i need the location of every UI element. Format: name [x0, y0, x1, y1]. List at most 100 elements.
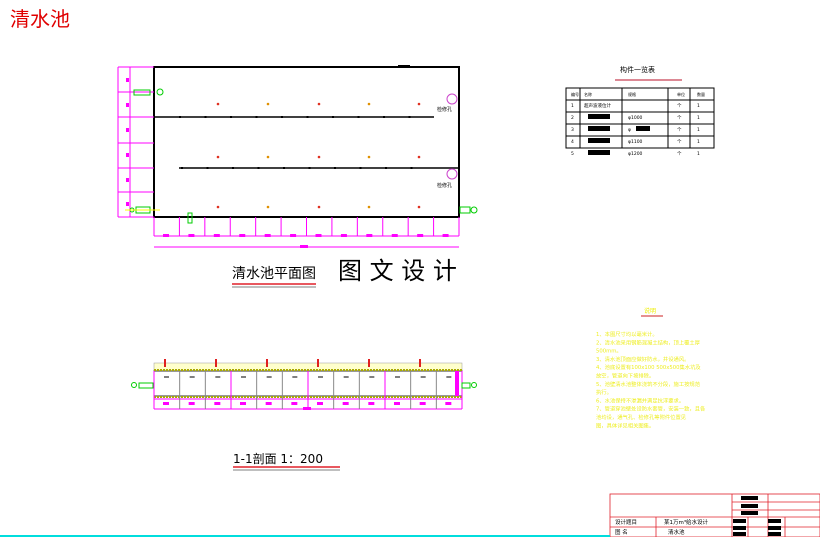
outlet-well — [455, 371, 459, 396]
wall-stud — [232, 167, 234, 169]
note-line: 5、池壁清水池整体浇筑不分段，施工按规范 — [596, 380, 701, 388]
wall-stud — [359, 167, 362, 169]
table-cell: 个 — [677, 103, 682, 109]
wall-stud — [206, 167, 209, 169]
table-cell: 1 — [697, 139, 700, 145]
dim-text-mark — [163, 234, 169, 237]
table-cell: 3 — [571, 127, 574, 133]
note-line: 7、管道穿池壁处设防水套管，安装一致，且各 — [596, 405, 706, 413]
wall-stud — [257, 167, 260, 169]
dim-text-mark — [394, 402, 400, 405]
table-cell: 1 — [571, 103, 574, 109]
table-cell: φ — [628, 128, 631, 133]
note-line: 执行。 — [596, 388, 612, 396]
wall-stud — [410, 167, 413, 169]
table-header-cell: 编号 — [571, 91, 579, 97]
section-view: 1-1剖面 1：200 — [131, 359, 477, 471]
dim-text-mark — [315, 234, 322, 237]
column-marker — [266, 155, 270, 159]
dim-text-mark — [303, 407, 311, 410]
section-pipes — [131, 382, 477, 389]
table-header-cell: 规格 — [628, 91, 636, 97]
note-line: 500mm。 — [596, 349, 622, 355]
dim-text-mark — [213, 234, 220, 237]
plan-caption: 清水池平面图 — [232, 266, 316, 282]
dim-text-mark — [264, 234, 271, 237]
column-marker — [417, 155, 421, 159]
sheet-title: 清水池 — [10, 7, 70, 31]
manhole-label: 检修孔 — [437, 106, 452, 113]
table-cell: 2 — [571, 115, 574, 121]
table-cell: 1 — [697, 115, 700, 121]
dim-text-mark — [265, 402, 272, 405]
column-marker — [266, 205, 270, 209]
note-line: 4、池底设置有100x100 500x500集水坑及 — [596, 363, 701, 371]
table-cell: φ1100 — [628, 139, 643, 145]
table-cell: 1 — [697, 103, 700, 109]
column-marker — [216, 205, 220, 209]
column-marker — [317, 155, 321, 159]
parts-table: 构件一览表 编号 名称 规格 单位 数量1 超声波液位计个 12 φ1000 个 13 φ 个 14 φ1… — [565, 65, 715, 157]
drawing-canvas: 清水池 检修孔 检修孔 清水池平面图 图 文 设 计 1-1剖面 1：200 构… — [0, 7, 820, 537]
inlet-pipe — [129, 88, 478, 224]
column-marker — [367, 205, 371, 209]
dim-text-mark — [126, 128, 129, 132]
wall-stud — [179, 116, 181, 118]
wall-stud — [181, 167, 183, 169]
vent-pipe — [164, 359, 166, 367]
table-cell: 个 — [677, 115, 682, 121]
column-marker — [367, 102, 371, 106]
table-cell: 个 — [677, 151, 682, 157]
wall-stud — [255, 116, 258, 118]
column-marker — [216, 102, 220, 106]
redacted-name — [588, 150, 610, 155]
vent-pipe — [215, 359, 217, 367]
table-cell: φ1000 — [628, 115, 643, 121]
wall-stud — [281, 116, 283, 118]
manhole-icon — [446, 93, 458, 105]
dim-text-mark — [317, 402, 323, 405]
table-cell: 5 — [571, 151, 574, 157]
note-line: 1、本图尺寸均以毫米计。 — [596, 330, 658, 338]
dim-text-mark — [240, 402, 246, 405]
table-header-cell: 单位 — [677, 91, 685, 97]
drawing-name-value: 清水池 — [668, 528, 685, 536]
dim-text-mark — [442, 234, 449, 237]
table-cell: 超声波液位计 — [584, 102, 611, 109]
dim-text-mark — [126, 103, 129, 107]
column-marker — [266, 102, 270, 106]
dim-text-mark — [417, 234, 424, 237]
column-marker — [367, 155, 371, 159]
dim-text-mark — [126, 178, 129, 182]
wall-stud — [230, 116, 232, 118]
dim-text-mark — [126, 78, 129, 82]
table-cell: 1 — [697, 127, 700, 133]
vent-pipe — [266, 359, 268, 367]
dim-text-mark — [419, 402, 426, 405]
cad-drawing-sheet: 清水池 检修孔 检修孔 清水池平面图 图 文 设 计 1-1剖面 1：200 构… — [0, 0, 820, 537]
note-line: 3、清水池顶面应做好防水，并设通风。 — [596, 355, 689, 363]
dim-text-mark — [340, 234, 347, 237]
column-marker — [317, 102, 321, 106]
design-topic-label: 设计题目 — [615, 518, 637, 526]
dim-text-mark — [300, 245, 308, 248]
redacted-name — [588, 114, 610, 119]
table-header-cell: 数量 — [697, 91, 705, 97]
table-cell: 个 — [677, 127, 682, 133]
manhole-label: 检修孔 — [437, 182, 452, 189]
dim-text-mark — [126, 153, 129, 157]
notes-heading: 说明 — [644, 307, 656, 315]
table-cell: 个 — [677, 139, 682, 145]
note-line: 放空，管道向下坡排除。 — [596, 372, 654, 380]
plan-view: 检修孔 检修孔 清水池平面图 — [117, 65, 478, 288]
title-block — [609, 493, 820, 537]
table-header-cell: 名称 — [584, 91, 592, 97]
note-line: 2、清水池采用钢筋混凝土结构，顶上覆土厚 — [596, 338, 701, 346]
note-line: 6、水池保持不渗漏并满足抗浮要求。 — [596, 396, 684, 404]
dim-text-mark — [163, 402, 169, 405]
wall-stud — [408, 116, 411, 118]
tank-outline — [153, 66, 460, 218]
vent-pipe — [419, 359, 421, 367]
dim-text-mark — [290, 234, 297, 237]
wall-stud — [332, 116, 334, 118]
